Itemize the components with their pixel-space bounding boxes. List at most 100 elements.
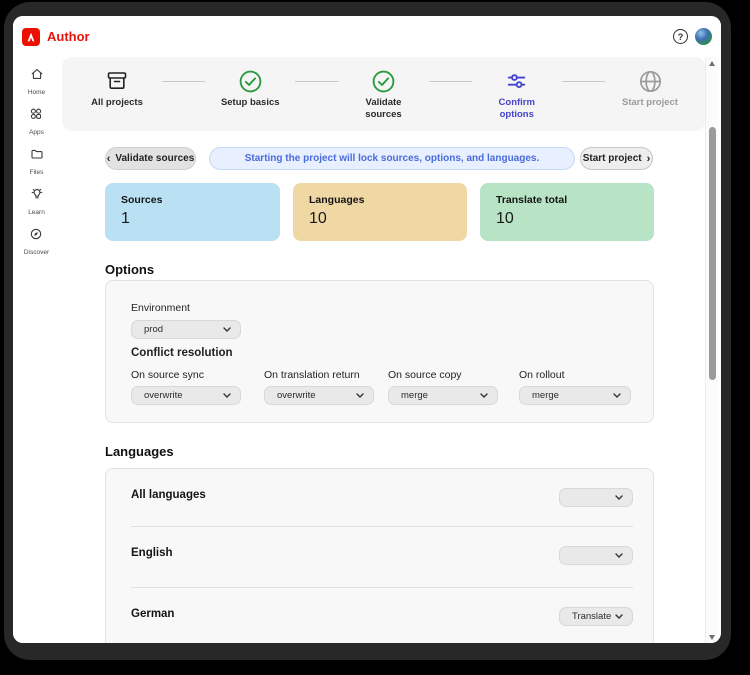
step-connector (162, 81, 206, 82)
english-label: English (131, 547, 173, 559)
step-confirm-options[interactable]: Confirm options (486, 68, 548, 122)
on-source-copy-label: On source copy (388, 369, 462, 381)
wizard-stepper: All projects Setup basics Validate sourc… (62, 57, 705, 131)
check-circle-icon (371, 68, 396, 94)
on-translation-return-dropdown[interactable]: overwrite (264, 386, 374, 405)
chevron-right-icon: › (646, 152, 651, 165)
on-source-sync-label: On source sync (131, 369, 204, 381)
on-source-copy-dropdown[interactable]: merge (388, 386, 498, 405)
card-label: Languages (309, 194, 365, 206)
chevron-down-icon (223, 393, 231, 398)
options-panel: Environment prod Conflict resolution On … (105, 280, 654, 423)
languages-heading: Languages (105, 444, 174, 459)
step-label: Setup basics (220, 97, 280, 108)
app-title: Author (47, 29, 90, 44)
home-icon (30, 67, 44, 86)
learn-icon (30, 187, 44, 206)
languages-summary-card: Languages 10 (293, 183, 467, 241)
step-label: Validate sources (365, 97, 402, 121)
chevron-down-icon (480, 393, 488, 398)
all-languages-dropdown[interactable] (559, 488, 633, 507)
card-value: 10 (309, 210, 327, 227)
sidebar-item-home[interactable]: Home (28, 67, 45, 96)
sidebar-item-label: Home (27, 89, 46, 96)
environment-label: Environment (131, 302, 190, 314)
on-rollout-value: merge (532, 390, 559, 401)
window-frame: Author ? Home Apps Files Learn Discover … (4, 2, 731, 660)
sidebar: Home Apps Files Learn Discover (13, 57, 60, 643)
sidebar-item-label: Discover (23, 249, 50, 256)
sidebar-item-discover[interactable]: Discover (24, 227, 49, 256)
on-translation-return-label: On translation return (264, 369, 360, 381)
german-label: German (131, 608, 175, 620)
row-divider (131, 526, 633, 527)
back-button-label: Validate sources (115, 153, 195, 164)
on-rollout-label: On rollout (519, 369, 565, 381)
sliders-icon (504, 68, 529, 94)
chevron-left-icon: ‹ (106, 152, 111, 165)
card-value: 10 (496, 210, 514, 227)
discover-icon (29, 227, 43, 246)
english-dropdown[interactable] (559, 546, 633, 565)
row-divider (131, 587, 633, 588)
chevron-down-icon (615, 553, 623, 558)
all-languages-label: All languages (131, 489, 206, 501)
step-label: Confirm options (498, 97, 535, 121)
step-label: Start project (622, 97, 678, 108)
on-source-sync-value: overwrite (144, 390, 183, 401)
translate-total-summary-card: Translate total 10 (480, 183, 654, 241)
scroll-up-arrow-icon[interactable] (709, 61, 715, 66)
next-button-label: Start project (582, 153, 642, 164)
step-connector (295, 81, 339, 82)
validate-sources-back-button[interactable]: ‹ Validate sources (105, 147, 196, 170)
sidebar-item-learn[interactable]: Learn (28, 187, 45, 216)
step-connector (428, 81, 472, 82)
apps-icon (29, 107, 43, 126)
environment-value: prod (144, 324, 164, 335)
top-bar: Author ? (13, 16, 721, 57)
app-window: Author ? Home Apps Files Learn Discover … (13, 16, 721, 643)
options-heading: Options (105, 262, 155, 277)
german-value: Translate (572, 611, 612, 622)
chevron-down-icon (615, 614, 623, 619)
card-value: 1 (121, 210, 130, 227)
sidebar-item-apps[interactable]: Apps (29, 107, 44, 136)
banner-text: Starting the project will lock sources, … (244, 153, 540, 164)
step-label: All projects (91, 97, 143, 108)
lock-warning-banner: Starting the project will lock sources, … (209, 147, 575, 170)
chevron-down-icon (615, 495, 623, 500)
environment-dropdown[interactable]: prod (131, 320, 241, 339)
on-source-sync-dropdown[interactable]: overwrite (131, 386, 241, 405)
card-label: Translate total (496, 194, 568, 206)
on-source-copy-value: merge (401, 390, 428, 401)
archive-box-icon (105, 68, 129, 94)
sidebar-item-label: Files (29, 169, 44, 176)
step-all-projects[interactable]: All projects (86, 68, 148, 109)
sidebar-item-label: Learn (28, 209, 45, 216)
check-circle-icon (238, 68, 263, 94)
sidebar-item-files[interactable]: Files (30, 147, 44, 176)
help-icon[interactable]: ? (673, 29, 688, 44)
start-project-button[interactable]: Start project › (580, 147, 653, 170)
step-start-project[interactable]: Start project (619, 68, 681, 109)
chevron-down-icon (613, 393, 621, 398)
chevron-down-icon (223, 327, 231, 332)
card-label: Sources (121, 194, 163, 206)
scroll-down-arrow-icon[interactable] (709, 635, 715, 640)
adobe-logo-icon[interactable] (22, 27, 40, 46)
german-dropdown[interactable]: Translate (559, 607, 633, 626)
chevron-down-icon (356, 393, 364, 398)
globe-icon (638, 68, 663, 94)
on-rollout-dropdown[interactable]: merge (519, 386, 631, 405)
sidebar-item-label: Apps (29, 129, 44, 136)
scrollbar-thumb[interactable] (709, 127, 716, 380)
languages-panel: All languages English German Translate (105, 468, 654, 643)
step-setup-basics[interactable]: Setup basics (219, 68, 281, 109)
step-validate-sources[interactable]: Validate sources (353, 68, 415, 122)
scrollbar[interactable] (705, 57, 718, 643)
files-icon (30, 147, 44, 166)
on-translation-return-value: overwrite (277, 390, 316, 401)
avatar[interactable] (695, 28, 712, 45)
step-connector (561, 81, 605, 82)
conflict-resolution-heading: Conflict resolution (131, 347, 233, 359)
